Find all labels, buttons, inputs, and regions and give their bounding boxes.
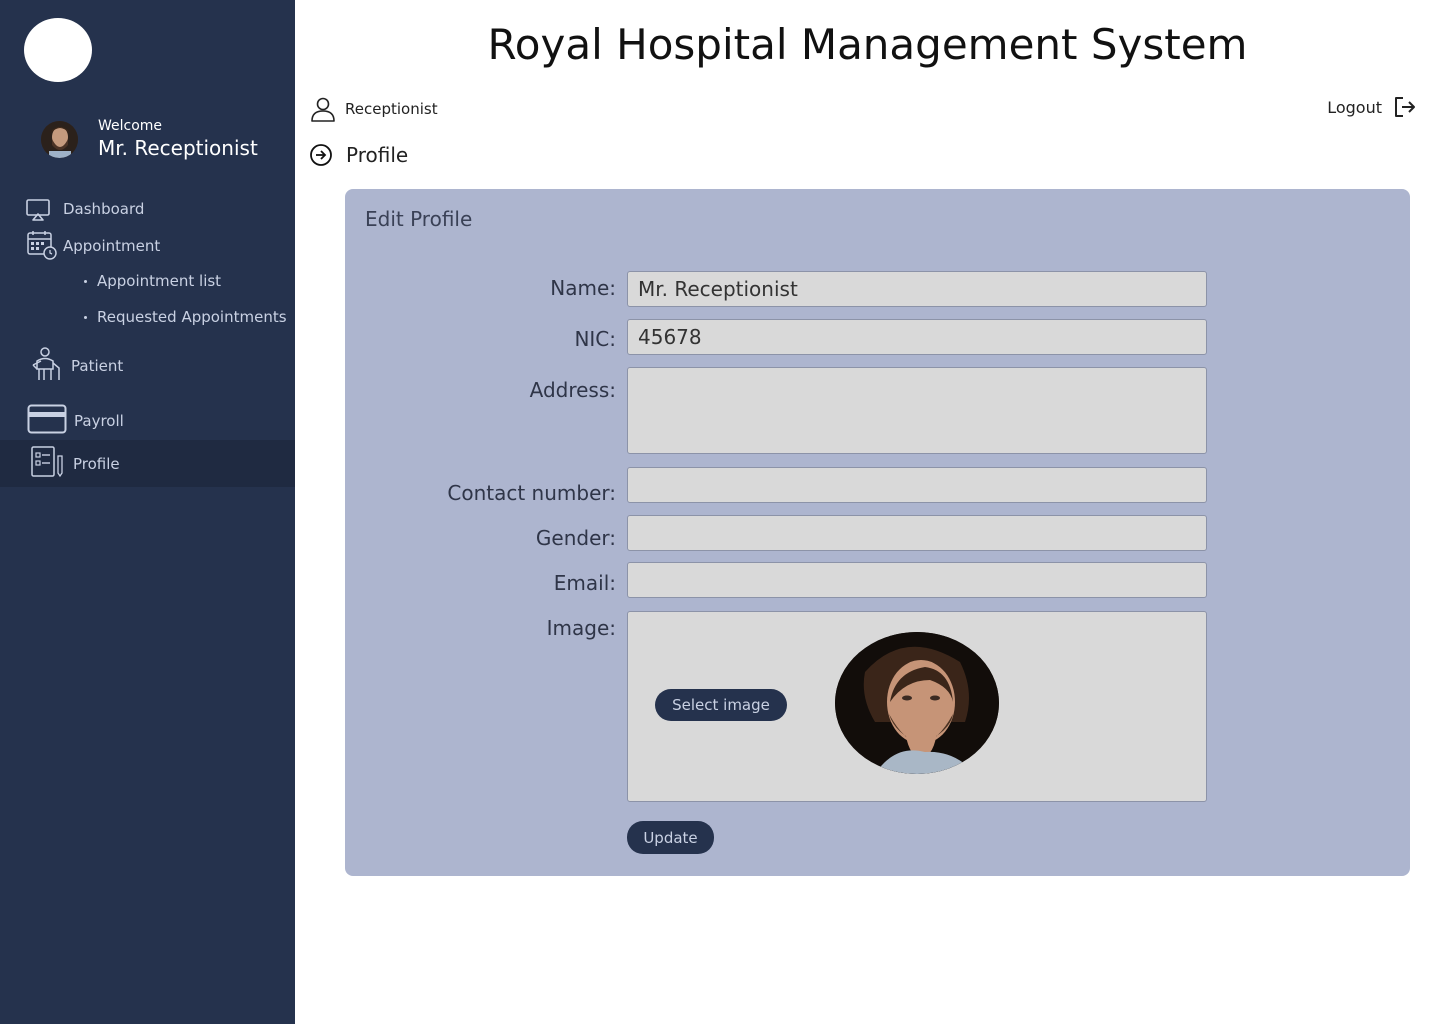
sidebar-subitem-appointment-list[interactable]: Appointment list: [84, 272, 221, 290]
avatar-photo-icon: [41, 121, 78, 158]
breadcrumb: Profile: [309, 143, 408, 167]
sidebar-item-label: Dashboard: [63, 200, 145, 218]
bullet-icon: [84, 280, 87, 283]
page-title: Royal Hospital Management System: [487, 20, 1248, 69]
profile-image: [835, 632, 999, 774]
sidebar-item-label: Patient: [71, 357, 124, 375]
contact-number-label: Contact number:: [447, 481, 616, 505]
select-image-button[interactable]: Select image: [655, 689, 787, 721]
image-label: Image:: [546, 616, 616, 640]
portrait-photo-icon: [835, 632, 999, 774]
contact-number-field[interactable]: [627, 467, 1207, 503]
profile-list-icon: [31, 446, 63, 478]
sidebar-item-profile[interactable]: Profile: [0, 440, 295, 487]
welcome-text: Welcome: [98, 118, 163, 134]
sidebar-item-label: Profile: [73, 454, 120, 473]
role-label: Receptionist: [345, 100, 438, 118]
bullet-icon: [84, 316, 87, 319]
card-icon: [27, 404, 67, 434]
sidebar-item-label: Appointment: [63, 237, 161, 255]
name-field[interactable]: [627, 271, 1207, 307]
sidebar: Welcome Mr. Receptionist Dashboard Appoi…: [0, 0, 295, 1024]
name-label: Name:: [550, 276, 616, 300]
calendar-icon: [27, 231, 57, 260]
sidebar-item-dashboard[interactable]: Dashboard: [0, 189, 295, 229]
card-title: Edit Profile: [365, 207, 473, 231]
logo: [24, 18, 92, 82]
nic-field[interactable]: [627, 319, 1207, 355]
sidebar-subitem-requested-appointments[interactable]: Requested Appointments: [84, 308, 287, 326]
logout-icon: [1395, 97, 1415, 117]
arrow-circle-right-icon: [310, 144, 332, 166]
logout-label: Logout: [1327, 97, 1382, 117]
nic-label: NIC:: [574, 327, 616, 351]
subitem-label: Appointment list: [97, 272, 222, 290]
dashboard-icon: [26, 199, 50, 221]
gender-field[interactable]: [627, 515, 1207, 551]
avatar: [41, 121, 78, 158]
sidebar-item-appointment[interactable]: Appointment: [0, 226, 295, 266]
sidebar-item-patient[interactable]: Patient: [0, 346, 295, 386]
address-label: Address:: [529, 378, 616, 402]
sidebar-item-label: Payroll: [74, 412, 124, 430]
address-field[interactable]: [627, 367, 1207, 454]
image-upload-box: Select image: [627, 611, 1207, 802]
welcome-user-name: Mr. Receptionist: [98, 136, 258, 160]
sidebar-item-payroll[interactable]: Payroll: [0, 401, 295, 441]
user-icon: [311, 97, 335, 122]
breadcrumb-label: Profile: [346, 143, 409, 167]
subitem-label: Requested Appointments: [97, 308, 287, 326]
email-label: Email:: [553, 571, 616, 595]
edit-profile-card: Edit Profile Name: NIC: Address: Contact…: [345, 189, 1410, 876]
patient-icon: [32, 347, 60, 380]
update-button[interactable]: Update: [627, 821, 714, 854]
gender-label: Gender:: [535, 526, 616, 550]
user-role: Receptionist: [310, 96, 438, 122]
email-field[interactable]: [627, 562, 1207, 598]
logout-button[interactable]: Logout: [1327, 96, 1416, 118]
